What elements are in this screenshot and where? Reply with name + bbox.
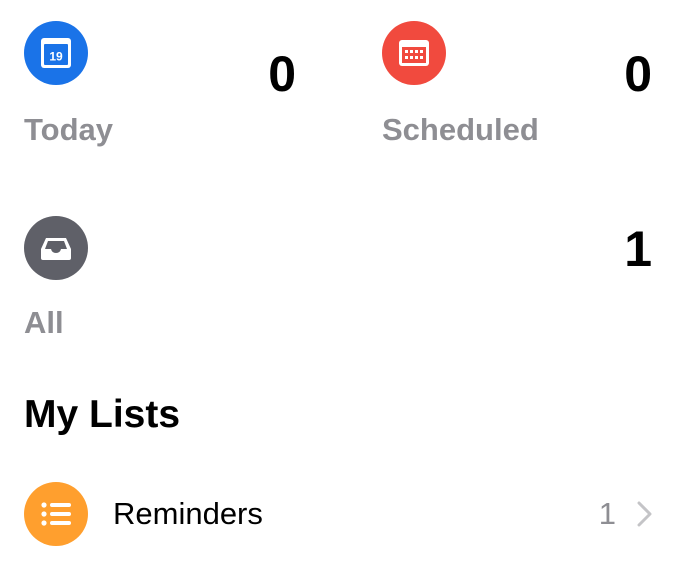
list-count: 1 xyxy=(598,496,616,531)
scheduled-count: 0 xyxy=(624,46,652,102)
chevron-right-icon xyxy=(637,501,652,527)
scheduled-label: Scheduled xyxy=(382,112,539,147)
calendar-today-icon: 19 xyxy=(24,21,88,85)
today-count: 0 xyxy=(268,46,296,102)
all-label: All xyxy=(24,305,64,340)
smart-list-scheduled[interactable]: 0 Scheduled xyxy=(382,21,654,151)
reminders-screen: 19 0 Today 0 Scheduled 1 All My Lists Re… xyxy=(0,0,686,568)
tray-icon xyxy=(24,216,88,280)
all-count: 1 xyxy=(624,221,652,277)
smart-list-today[interactable]: 19 0 Today xyxy=(24,21,296,151)
list-bullet-icon xyxy=(24,482,88,546)
smart-list-all[interactable]: 1 All xyxy=(24,216,654,346)
today-label: Today xyxy=(24,112,113,147)
calendar-icon xyxy=(382,21,446,85)
calendar-day-number: 19 xyxy=(49,50,63,64)
my-lists-title: My Lists xyxy=(24,393,181,436)
list-item-reminders[interactable]: Reminders 1 xyxy=(24,482,656,546)
list-name: Reminders xyxy=(113,496,263,531)
